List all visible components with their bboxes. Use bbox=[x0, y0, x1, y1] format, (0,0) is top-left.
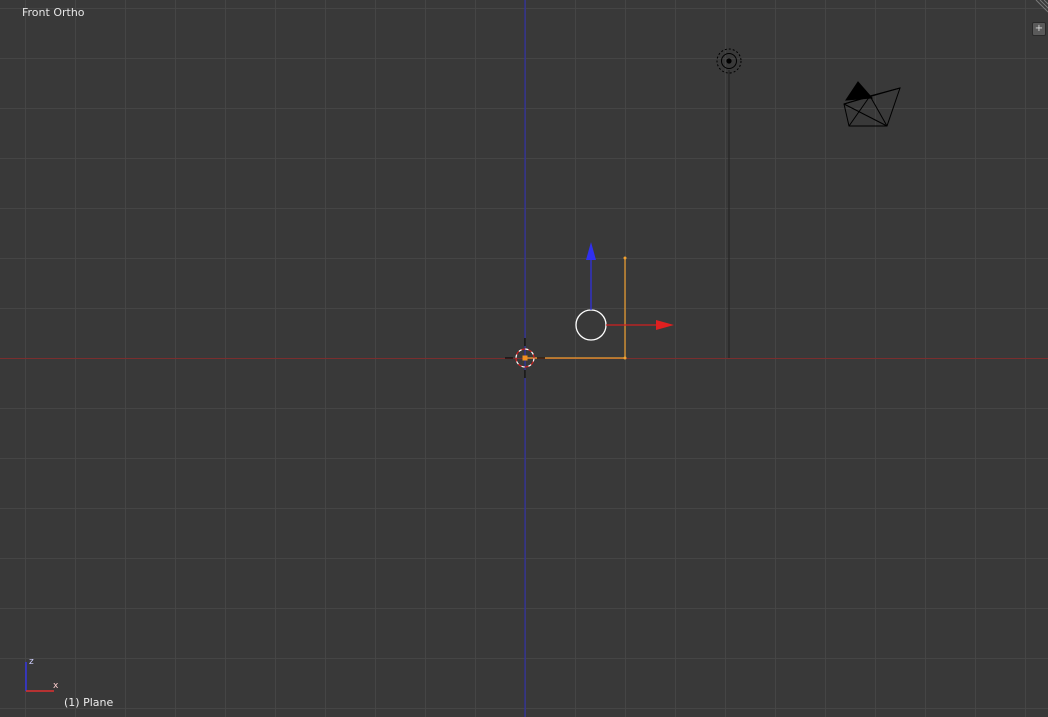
active-object-label: (1) Plane bbox=[64, 696, 114, 709]
viewport-scene bbox=[0, 0, 1048, 717]
3d-cursor-icon[interactable] bbox=[505, 338, 545, 378]
camera-icon[interactable] bbox=[843, 81, 901, 127]
view-axis-widget: z x bbox=[25, 657, 59, 692]
manipulator-center-ring bbox=[575, 309, 607, 341]
area-split-corner-icon[interactable] bbox=[1034, 0, 1048, 14]
axis-widget-x-label: x bbox=[53, 681, 59, 691]
properties-region-toggle-icon[interactable]: + bbox=[1032, 22, 1046, 36]
3d-viewport[interactable]: Front Ortho + z x (1) Plane bbox=[0, 0, 1048, 717]
view-label: Front Ortho bbox=[22, 6, 85, 19]
axis-widget-z-label: z bbox=[29, 657, 34, 667]
selected-plane-object[interactable] bbox=[525, 256, 627, 360]
lamp-icon[interactable] bbox=[716, 48, 742, 358]
